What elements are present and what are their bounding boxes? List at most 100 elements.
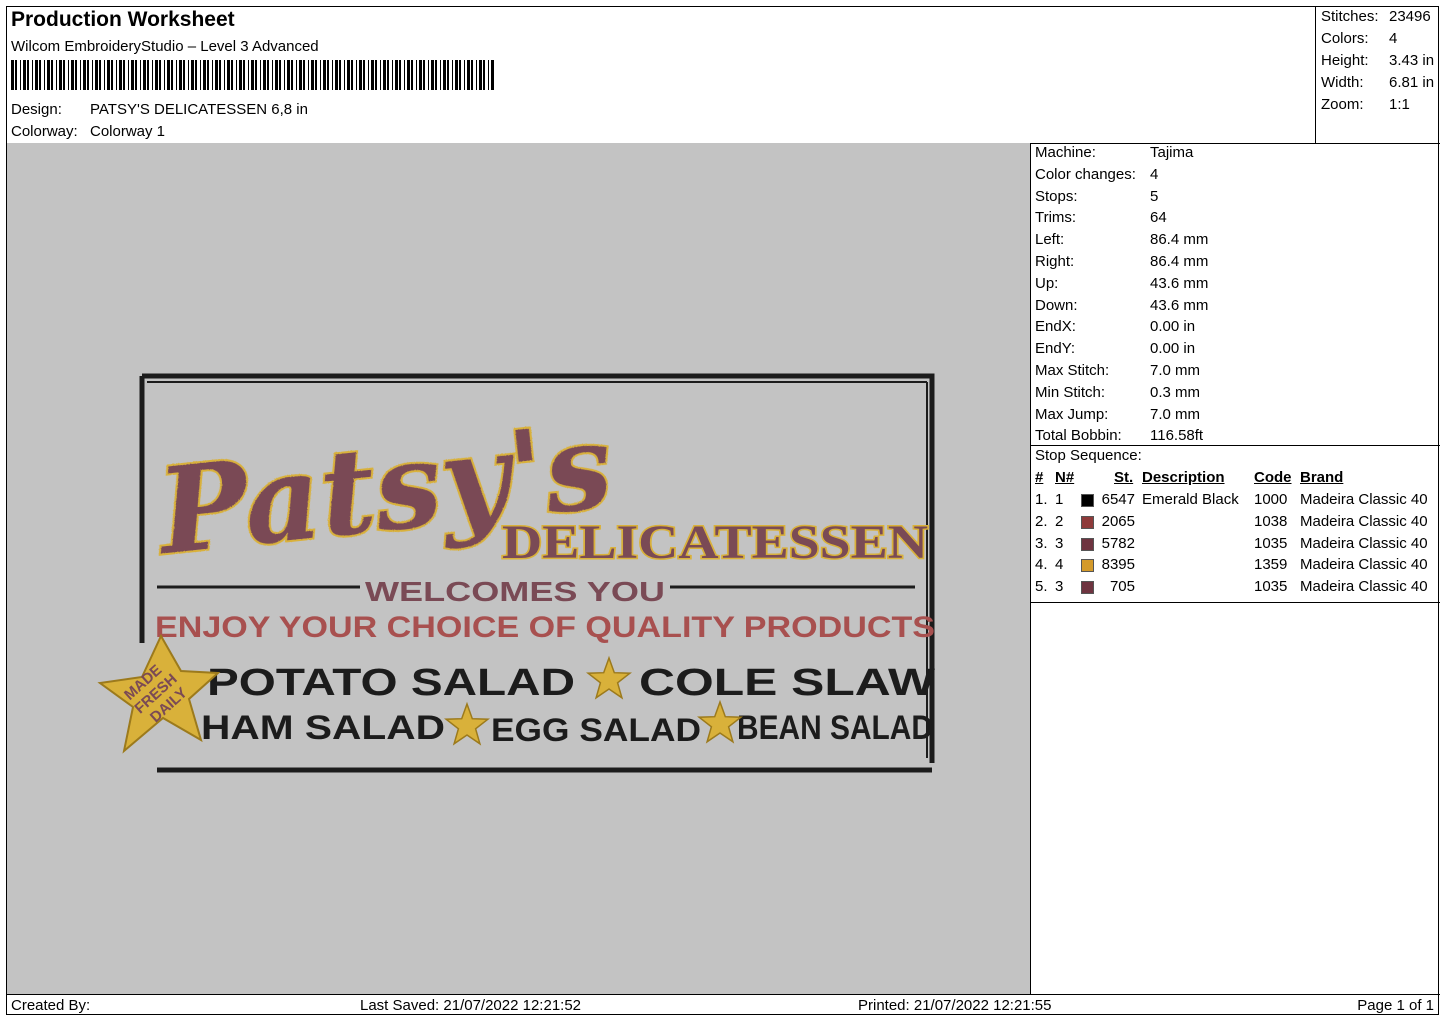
machine-value: 0.3 mm xyxy=(1150,383,1201,401)
printed-date: Printed: 21/07/2022 12:21:55 xyxy=(858,997,1052,1014)
machine-row: Right: 86.4 mm xyxy=(1035,253,1208,270)
seq-num: 1. xyxy=(1035,491,1048,508)
machine-label: Color changes: xyxy=(1035,165,1136,183)
machine-row: Total Bobbin: 116.58ft xyxy=(1035,427,1203,444)
col-n: N# xyxy=(1055,469,1075,486)
seq-code: 1359 xyxy=(1254,556,1288,574)
machine-value: 5 xyxy=(1150,187,1159,205)
col-brand: Brand xyxy=(1300,469,1344,486)
stop-sequence-title: Stop Sequence: xyxy=(1035,447,1142,464)
color-swatch xyxy=(1081,494,1094,507)
tagline-text: ENJOY YOUR CHOICE OF QUALITY PRODUCTS xyxy=(155,611,935,644)
seq-n: 4 xyxy=(1055,556,1064,574)
stat-stitches: Stitches: 23496 xyxy=(1321,8,1431,25)
machine-label: Left: xyxy=(1035,231,1065,249)
star-shape xyxy=(444,701,490,746)
machine-value: 86.4 mm xyxy=(1150,253,1209,270)
machine-row: EndX: 0.00 in xyxy=(1035,318,1195,335)
machine-value: 116.58ft xyxy=(1150,427,1204,445)
machine-row: Left: 86.4 mm xyxy=(1035,231,1208,248)
machine-value: 64 xyxy=(1150,209,1167,227)
machine-label: Stops: xyxy=(1035,187,1078,205)
machine-value: 0.00 in xyxy=(1150,318,1196,336)
seq-code: 1035 xyxy=(1254,534,1288,552)
seq-stitches: 5782 xyxy=(1101,534,1135,552)
col-code: Code xyxy=(1254,469,1292,486)
stat-value: 23496 xyxy=(1389,8,1431,25)
machine-value: 4 xyxy=(1150,165,1159,183)
barcode-image xyxy=(11,60,494,90)
seq-stitches: 8395 xyxy=(1101,556,1135,574)
brand-block-text: DELICATESSEN xyxy=(502,516,928,569)
machine-label: Down: xyxy=(1035,296,1078,314)
col-st: St. xyxy=(1114,469,1134,486)
colorway-label: Colorway: xyxy=(11,123,78,140)
stop-sequence-row: 5. 3 705 1035 Madeira Classic 40 xyxy=(1031,578,1440,600)
color-swatch xyxy=(1081,537,1094,551)
seq-description: Emerald Black xyxy=(1142,491,1239,508)
seq-n: 2 xyxy=(1055,512,1064,530)
star-icon xyxy=(586,655,632,700)
seq-stitches: 2065 xyxy=(1101,512,1135,530)
seq-n: 3 xyxy=(1055,534,1064,552)
machine-row: Stops: 5 xyxy=(1035,188,1158,205)
stop-sequence-header: # N# St. Description Code Brand xyxy=(1031,469,1440,491)
star-shape xyxy=(697,699,743,744)
machine-row: Machine: Tajima xyxy=(1035,144,1193,161)
machine-label: EndX: xyxy=(1035,318,1076,336)
machine-label: Total Bobbin: xyxy=(1035,427,1122,445)
machine-label: Machine: xyxy=(1035,144,1096,161)
machine-row: Up: 43.6 mm xyxy=(1035,275,1208,292)
colorway-value: Colorway 1 xyxy=(90,123,166,140)
stop-sequence-row: 2. 2 2065 1038 Madeira Classic 40 xyxy=(1031,513,1440,535)
product-ham-salad: HAM SALAD xyxy=(201,709,445,747)
machine-row: Color changes: 4 xyxy=(1035,166,1158,183)
seq-brand: Madeira Classic 40 xyxy=(1300,491,1428,508)
page-title: Production Worksheet xyxy=(11,8,235,31)
col-num: # xyxy=(1035,469,1044,486)
worksheet-header: Production Worksheet Wilcom EmbroiderySt… xyxy=(7,7,1315,143)
machine-row: EndY: 0.00 in xyxy=(1035,340,1195,357)
design-label: Design: xyxy=(11,101,62,118)
machine-row: Min Stitch: 0.3 mm xyxy=(1035,384,1200,401)
seq-code: 1035 xyxy=(1254,578,1288,596)
machine-row: Down: 43.6 mm xyxy=(1035,297,1208,314)
last-saved: Last Saved: 21/07/2022 12:21:52 xyxy=(360,997,582,1014)
machine-value: 7.0 mm xyxy=(1150,405,1201,423)
machine-value: 86.4 mm xyxy=(1150,231,1209,249)
seq-num: 3. xyxy=(1035,534,1048,552)
stat-height: Height: 3.43 in xyxy=(1321,52,1434,69)
seq-brand: Madeira Classic 40 xyxy=(1300,512,1428,530)
seq-n: 1 xyxy=(1055,491,1064,508)
worksheet-footer: Created By: Last Saved: 21/07/2022 12:21… xyxy=(7,994,1440,1017)
color-swatch xyxy=(1081,559,1094,573)
machine-label: Trims: xyxy=(1035,209,1077,227)
machine-value: 0.00 in xyxy=(1150,340,1196,358)
machine-label: Max Stitch: xyxy=(1035,362,1110,379)
page-number: Page 1 of 1 xyxy=(1357,997,1434,1014)
product-bean-salad: BEAN SALAD xyxy=(737,709,933,747)
stat-value: 3.43 in xyxy=(1389,52,1435,69)
stop-sequence-row: 1. 1 6547 Emerald Black 1000 Madeira Classic … xyxy=(1031,491,1440,513)
machine-label: Max Jump: xyxy=(1035,405,1109,423)
stat-width: Width: 6.81 in xyxy=(1321,74,1434,91)
stat-label: Height: xyxy=(1321,52,1369,69)
stat-label: Zoom: xyxy=(1321,96,1364,113)
product-cole-slaw: COLE SLAW xyxy=(639,662,935,704)
stat-label: Stitches: xyxy=(1321,8,1379,25)
stop-divider xyxy=(1031,445,1440,446)
machine-row: Max Stitch: 7.0 mm xyxy=(1035,362,1200,379)
stop-sequence-row: 4. 4 8395 1359 Madeira Classic 40 xyxy=(1031,556,1440,578)
welcome-text: WELCOMES YOU xyxy=(365,576,665,607)
color-swatch xyxy=(1081,581,1094,595)
seq-brand: Madeira Classic 40 xyxy=(1300,534,1428,552)
machine-value: 43.6 mm xyxy=(1150,274,1209,292)
stat-value: 1:1 xyxy=(1389,96,1410,113)
machine-label: Min Stitch: xyxy=(1035,383,1106,401)
product-egg-salad: EGG SALAD xyxy=(491,712,701,748)
col-description: Description xyxy=(1142,469,1225,486)
machine-value: 43.6 mm xyxy=(1150,296,1209,314)
star-icon xyxy=(697,699,743,744)
stat-label: Width: xyxy=(1321,74,1364,91)
design-preview: Patsy's DELICATESSEN WELCOMES YOU ENJOY … xyxy=(7,143,1031,994)
